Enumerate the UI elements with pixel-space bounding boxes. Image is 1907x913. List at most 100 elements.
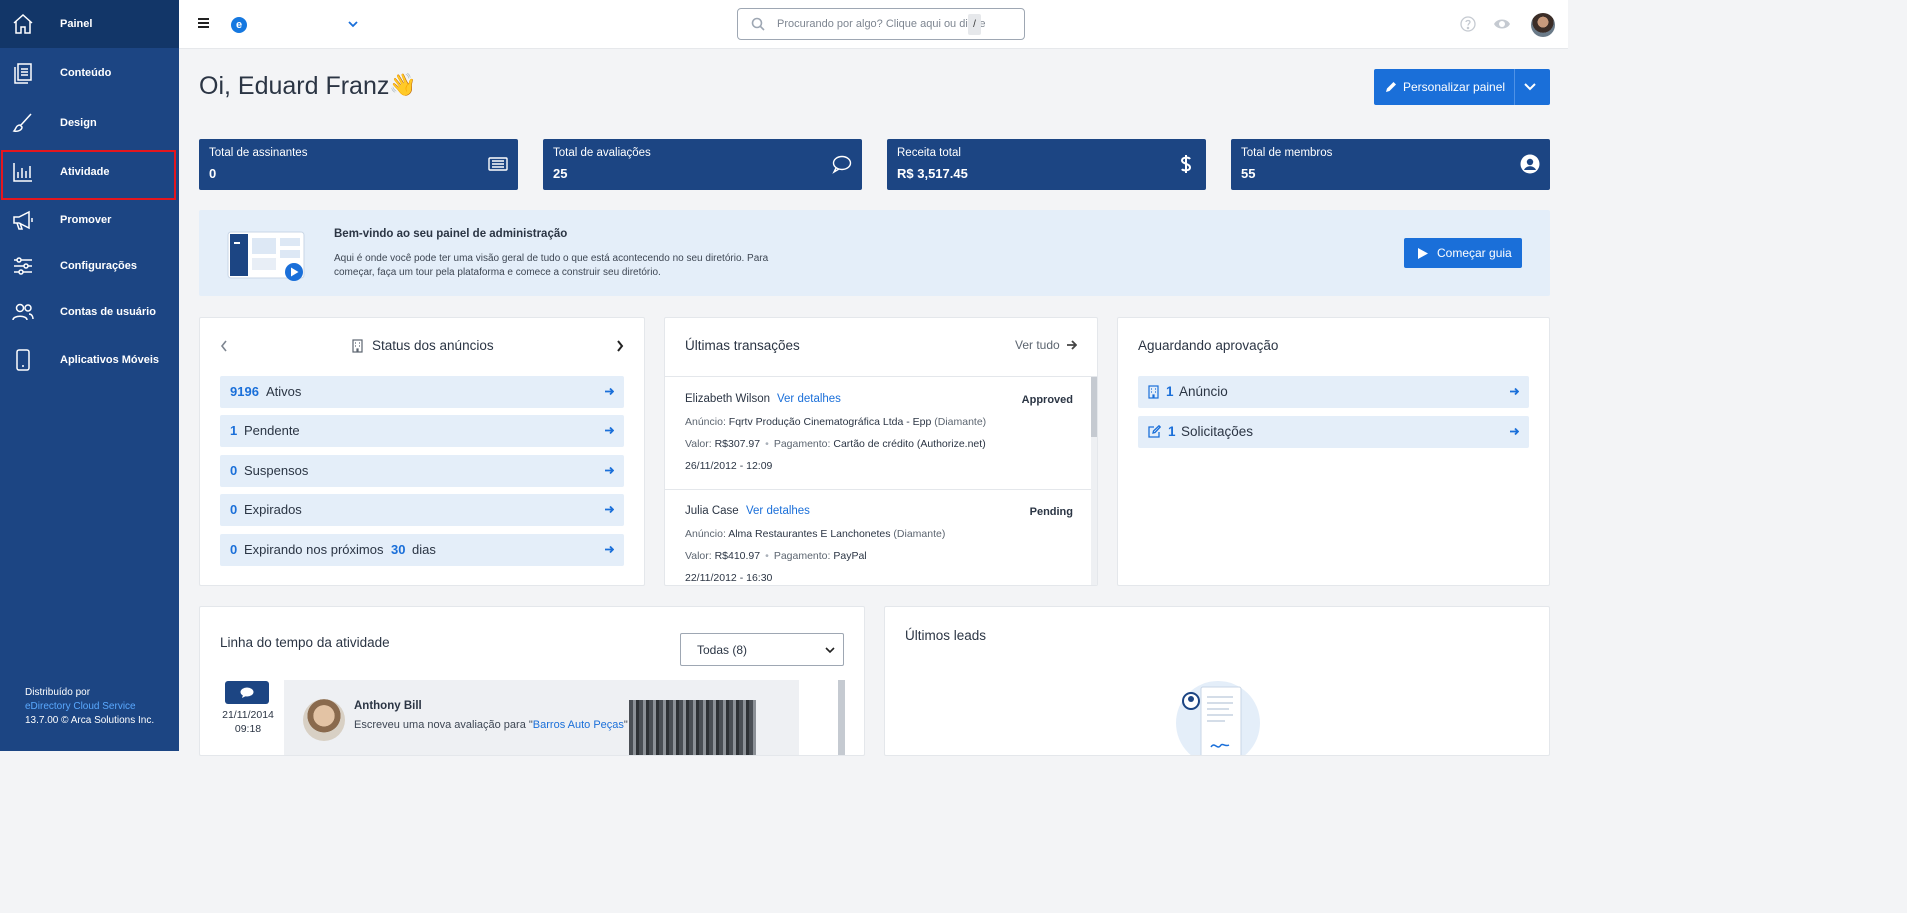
wave-icon: 👋 bbox=[389, 72, 417, 97]
scrollbar-thumb[interactable] bbox=[1091, 377, 1097, 437]
listing-status-card: Status dos anúncios 9196 Ativos 1 Penden… bbox=[199, 317, 645, 586]
status-row-active[interactable]: 9196 Ativos bbox=[220, 376, 624, 408]
footer-version: 13.7.00 © Arca Solutions Inc. bbox=[25, 715, 155, 726]
eye-icon[interactable] bbox=[1493, 16, 1511, 32]
approval-count: 1 bbox=[1166, 384, 1174, 399]
timeline-text: Escreveu uma nova avaliação para "Barros… bbox=[354, 719, 628, 731]
scrollbar[interactable] bbox=[838, 680, 845, 755]
transaction-listing: Anúncio: Fqrtv Produção Cinematográfica … bbox=[685, 416, 987, 428]
transaction-item: Julia Case Ver detalhes Pending Anúncio:… bbox=[665, 489, 1091, 585]
user-circle-icon bbox=[1520, 154, 1540, 174]
sidebar-footer: Distribuído por eDirectory Cloud Service… bbox=[25, 686, 154, 728]
status-label: Expirando nos próximos bbox=[244, 542, 384, 557]
sidebar-item-conteudo[interactable]: Conteúdo bbox=[0, 49, 179, 97]
view-all-link[interactable]: Ver tudo bbox=[1015, 338, 1060, 352]
comment-icon bbox=[832, 155, 852, 174]
approval-row-requests[interactable]: 1 Solicitações bbox=[1138, 416, 1529, 448]
status-row-expiring[interactable]: 0 Expirando nos próximos 30 dias bbox=[220, 534, 624, 566]
footer-link[interactable]: eDirectory Cloud Service bbox=[25, 700, 154, 714]
chevron-right-icon[interactable] bbox=[616, 340, 624, 352]
chevron-down-icon[interactable] bbox=[347, 18, 359, 30]
building-icon bbox=[1148, 385, 1159, 399]
transaction-name: Elizabeth Wilson bbox=[685, 393, 771, 405]
status-label: Suspensos bbox=[244, 463, 309, 478]
stat-title: Total de assinantes bbox=[209, 147, 308, 159]
brush-icon bbox=[12, 113, 32, 132]
status-label: Pendente bbox=[244, 423, 300, 438]
stat-title: Total de membros bbox=[1241, 147, 1333, 159]
details-link[interactable]: Ver detalhes bbox=[746, 505, 810, 517]
scrollbar[interactable] bbox=[1091, 377, 1097, 585]
comment-badge bbox=[225, 681, 269, 704]
avatar[interactable] bbox=[1531, 13, 1555, 37]
customize-dashboard-button[interactable]: Personalizar painel bbox=[1374, 69, 1550, 105]
stat-value: 55 bbox=[1241, 166, 1256, 181]
stat-value: 0 bbox=[209, 166, 217, 181]
edit-icon bbox=[1148, 425, 1161, 438]
welcome-description: Aqui é onde você pode ter uma visão gera… bbox=[334, 253, 769, 278]
card-title: Últimos leads bbox=[905, 628, 987, 643]
sidebar-item-label: Conteúdo bbox=[60, 67, 112, 79]
arrow-right-icon[interactable] bbox=[1067, 340, 1077, 350]
sidebar-item-contas[interactable]: Contas de usuário bbox=[0, 288, 179, 336]
status-count: 0 bbox=[230, 463, 238, 478]
review-image bbox=[629, 700, 756, 755]
sidebar-item-label: Contas de usuário bbox=[60, 306, 156, 318]
welcome-title: Bem-vindo ao seu painel de administração bbox=[334, 228, 568, 240]
footer-distributed: Distribuído por bbox=[25, 687, 91, 698]
stat-value: R$ 3,517.45 bbox=[897, 166, 968, 181]
sidebar-item-aplicativos[interactable]: Aplicativos Móveis bbox=[0, 336, 179, 384]
approval-label: Solicitações bbox=[1181, 424, 1254, 439]
card-title: Linha do tempo da atividade bbox=[220, 635, 390, 650]
stat-card-reviews: Total de avaliações 25 bbox=[543, 139, 862, 190]
sidebar-item-configuracoes[interactable]: Configurações bbox=[0, 242, 179, 290]
avatar bbox=[303, 699, 345, 741]
arrow-right-icon bbox=[1510, 387, 1519, 396]
sidebar-item-design[interactable]: Design bbox=[0, 99, 179, 147]
timeline-filter-select[interactable]: Todas (8) bbox=[680, 633, 844, 666]
arrow-right-icon bbox=[1510, 427, 1519, 436]
approval-row-listing[interactable]: 1 Anúncio bbox=[1138, 376, 1529, 408]
sidebar-item-painel[interactable]: Painel bbox=[0, 0, 179, 48]
stat-card-subscribers: Total de assinantes 0 bbox=[199, 139, 518, 190]
content-icon bbox=[14, 63, 32, 84]
search-input[interactable]: Procurando por algo? Clique aqui ou digi… bbox=[737, 8, 1025, 40]
dollar-icon bbox=[1180, 155, 1192, 173]
status-count: 9196 bbox=[230, 384, 259, 399]
arrow-right-icon bbox=[605, 505, 614, 514]
topbar: e Procurando por algo? Clique aqui ou di… bbox=[179, 0, 1568, 49]
status-row-suspended[interactable]: 0 Suspensos bbox=[220, 455, 624, 487]
play-icon bbox=[1418, 248, 1428, 259]
help-icon[interactable] bbox=[1460, 16, 1476, 32]
menu-icon[interactable] bbox=[198, 18, 209, 28]
approval-card: Aguardando aprovação 1 Anúncio 1 Solicit… bbox=[1117, 317, 1550, 586]
card-title: Status dos anúncios bbox=[372, 338, 494, 353]
stat-title: Total de avaliações bbox=[553, 147, 651, 159]
transaction-date: 22/11/2012 - 16:30 bbox=[685, 572, 773, 584]
selection-highlight bbox=[1, 150, 176, 200]
expiring-suffix: dias bbox=[412, 542, 436, 557]
details-link[interactable]: Ver detalhes bbox=[777, 393, 841, 405]
status-label: Expirados bbox=[244, 502, 302, 517]
transactions-card: Últimas transações Ver tudo Elizabeth Wi… bbox=[664, 317, 1098, 586]
status-row-pending[interactable]: 1 Pendente bbox=[220, 415, 624, 447]
brand-logo[interactable]: e bbox=[231, 17, 247, 33]
sidebar-item-promover[interactable]: Promover bbox=[0, 196, 179, 244]
status-row-expired[interactable]: 0 Expirados bbox=[220, 494, 624, 526]
stat-card-revenue: Receita total R$ 3,517.45 bbox=[887, 139, 1206, 190]
start-guide-label: Começar guia bbox=[1437, 246, 1512, 260]
review-link[interactable]: Barros Auto Peças bbox=[533, 719, 624, 731]
leads-card: Últimos leads bbox=[884, 606, 1550, 756]
start-guide-button[interactable]: Começar guia bbox=[1404, 238, 1522, 268]
chevron-down-icon[interactable] bbox=[1524, 82, 1536, 92]
building-icon bbox=[352, 339, 363, 353]
expiring-days: 30 bbox=[391, 542, 406, 557]
arrow-right-icon bbox=[605, 466, 614, 475]
status-count: 0 bbox=[230, 502, 238, 517]
chevron-left-icon[interactable] bbox=[220, 340, 228, 352]
newspaper-icon bbox=[488, 157, 508, 171]
filter-value: Todas (8) bbox=[697, 643, 748, 657]
transaction-date: 26/11/2012 - 12:09 bbox=[685, 460, 773, 472]
mobile-icon bbox=[16, 349, 30, 371]
sidebar-item-label: Promover bbox=[60, 214, 112, 226]
